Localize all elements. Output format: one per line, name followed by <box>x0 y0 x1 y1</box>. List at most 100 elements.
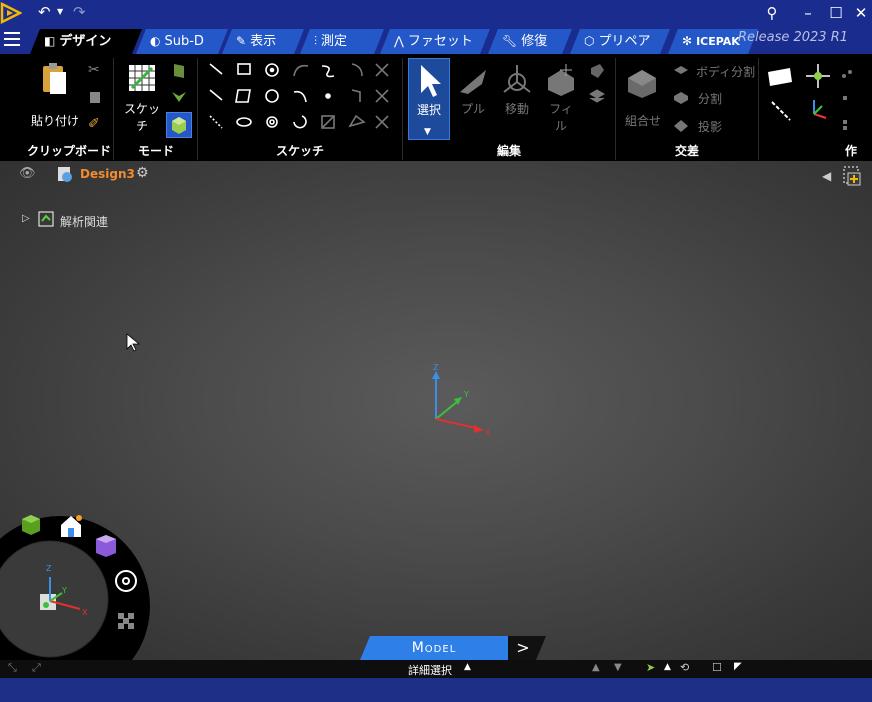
redo-icon[interactable]: ↷ <box>73 3 86 21</box>
origin-icon[interactable] <box>804 96 830 124</box>
nav-back-icon[interactable]: ⤡ <box>8 661 17 675</box>
previous-icon[interactable]: ▲ <box>592 662 600 673</box>
svg-text:Z: Z <box>46 564 52 573</box>
nav-forward-icon[interactable]: ⤢ <box>32 661 41 675</box>
plane-icon[interactable] <box>766 64 794 88</box>
corner-arrow-icon[interactable]: ◤ <box>734 661 742 672</box>
project-label[interactable]: 投影 <box>698 118 722 135</box>
measure-icon: ⫶ <box>314 34 318 48</box>
maximize-button[interactable]: ☐ <box>824 2 848 24</box>
svg-text:Z: Z <box>433 363 439 372</box>
hamburger-menu-icon[interactable] <box>4 32 20 46</box>
tab-design[interactable]: ◧ デザイン <box>30 29 142 54</box>
select-dropdown-icon: ▼ <box>424 127 431 137</box>
facet-icon: ⋀ <box>394 34 404 48</box>
tree-expand-icon[interactable]: ▷ <box>22 213 30 224</box>
green-cube-view-icon[interactable] <box>20 513 42 537</box>
3d-mode-green-icon[interactable] <box>170 88 188 106</box>
clipboard-group-label: クリップボード <box>26 144 111 158</box>
prepare-icon: ⬡ <box>584 34 595 48</box>
brush-icon: ✎ <box>236 34 247 48</box>
title-bar: ↶ ▼ ↷ ⚲ – ☐ ✕ <box>0 0 872 26</box>
minimize-button[interactable]: – <box>796 2 820 24</box>
select-mode-icon[interactable]: ➤ <box>646 661 655 674</box>
tab-facet[interactable]: ⋀ ファセット <box>380 29 490 54</box>
tab-repair[interactable]: 🔧︎ 修復 <box>488 29 572 54</box>
undo-dropdown-icon[interactable]: ▼ <box>57 7 63 16</box>
select-tool-button[interactable]: 選択 ▼ <box>408 58 450 140</box>
project-icon[interactable] <box>672 116 690 134</box>
home-view-icon[interactable] <box>58 513 84 539</box>
edit-group-label: 編集 <box>496 144 521 158</box>
svg-text:Y: Y <box>61 586 67 595</box>
create-extra-icon-1[interactable] <box>840 68 854 82</box>
box-select-icon[interactable]: ☐ <box>712 661 722 674</box>
sketch-mode-icon[interactable] <box>128 64 156 92</box>
move-icon[interactable] <box>500 62 534 96</box>
svg-text:Y: Y <box>463 390 469 399</box>
select-arrow-icon <box>421 65 441 97</box>
cube-icon <box>172 117 186 134</box>
fill-label[interactable]: フィル <box>544 100 578 134</box>
split-body-label[interactable]: ボディ分割 <box>696 63 755 80</box>
status-bar <box>0 678 872 702</box>
mouse-cursor-icon <box>126 333 141 352</box>
split-icon[interactable] <box>672 88 690 106</box>
pull-label[interactable]: プル <box>456 100 490 117</box>
app-logo-icon <box>0 2 22 24</box>
orbit-view-icon[interactable] <box>114 569 138 593</box>
move-label[interactable]: 移動 <box>500 100 534 117</box>
select-mode-expand-icon[interactable]: ▲ <box>664 662 671 672</box>
add-component-icon[interactable] <box>838 163 866 191</box>
select-filter-icon[interactable]: ⟲ <box>680 661 689 674</box>
bottom-toolbar: ⤡ ⤢ 詳細選択 ▲ ▲ ▼ ➤ ▲ ⟲ ☐ ◤ <box>0 660 872 678</box>
zoom-fit-icon[interactable] <box>116 611 136 631</box>
3d-viewport[interactable]: 👁︎ Design3 ⚙ ◀ ▷ 解析関連 Z Y X Z Y X <box>0 161 872 666</box>
paste-icon[interactable] <box>40 62 70 98</box>
create-extra-icon-2[interactable] <box>840 94 854 134</box>
undo-icon[interactable]: ↶ <box>38 3 51 21</box>
tab-prepare[interactable]: ⬡ プリペア <box>570 29 670 54</box>
design-icon: ◧ <box>44 34 56 48</box>
intersect-group-label: 交差 <box>674 144 699 158</box>
sketch-label[interactable]: スケッチ <box>120 100 164 134</box>
edit-extra-icon-2[interactable] <box>588 88 606 106</box>
paste-label[interactable]: 貼り付け <box>30 112 80 129</box>
edit-extra-icon-1[interactable] <box>588 62 606 80</box>
section-mode-icon[interactable] <box>170 62 188 80</box>
fan-icon: ✻ <box>682 34 693 48</box>
tab-measure[interactable]: ⫶ 測定 <box>300 29 384 54</box>
fill-icon[interactable] <box>544 62 578 96</box>
panel-collapse-arrow-icon[interactable]: ◀ <box>822 169 831 183</box>
3d-mode-button[interactable] <box>166 112 192 138</box>
wrench-icon: 🔧︎ <box>502 34 518 48</box>
format-painter-icon[interactable]: ✐ <box>88 116 106 134</box>
purple-cube-view-icon[interactable] <box>94 533 118 559</box>
combine-icon[interactable] <box>624 64 660 98</box>
tab-model[interactable]: Model <box>360 636 508 660</box>
cut-icon[interactable]: ✂ <box>88 62 106 80</box>
next-icon[interactable]: ▼ <box>614 662 622 673</box>
svg-text:X: X <box>82 608 88 617</box>
release-label: Release 2023 R1 <box>737 30 848 45</box>
design-settings-icon[interactable]: ⚙ <box>136 165 149 181</box>
copy-icon[interactable] <box>88 90 106 108</box>
subd-icon: ◐ <box>150 34 161 48</box>
mode-group-label: モード <box>137 144 174 158</box>
split-label[interactable]: 分割 <box>698 90 722 107</box>
detail-select-label[interactable]: 詳細選択 <box>408 662 452 678</box>
close-button[interactable]: ✕ <box>849 2 872 24</box>
axis-icon[interactable] <box>768 98 794 124</box>
design-name[interactable]: Design3 <box>80 167 135 181</box>
visibility-eye-icon[interactable]: 👁︎ <box>19 166 36 181</box>
split-body-icon[interactable] <box>672 62 690 80</box>
create-group-label: 作 <box>844 144 857 158</box>
combine-label[interactable]: 組合せ <box>620 112 666 129</box>
detail-select-expand-icon[interactable]: ▲ <box>464 662 471 672</box>
tree-item-analysis[interactable]: 解析関連 <box>60 213 108 230</box>
point-icon[interactable] <box>804 62 832 90</box>
tab-subd[interactable]: ◐ Sub-D <box>136 29 228 54</box>
tab-display[interactable]: ✎ 表示 <box>222 29 304 54</box>
pin-icon[interactable]: ⚲ <box>760 2 784 24</box>
pull-icon[interactable] <box>456 64 490 98</box>
